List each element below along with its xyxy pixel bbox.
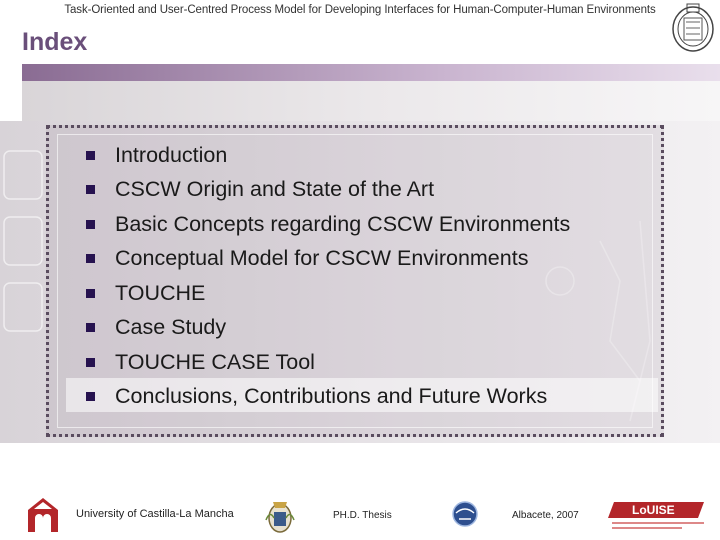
list-item[interactable]: Basic Concepts regarding CSCW Environmen… <box>82 207 570 242</box>
university-seal-icon <box>672 3 714 52</box>
list-item-label: Conclusions, Contributions and Future Wo… <box>115 384 548 409</box>
title-bar <box>22 64 720 81</box>
crest-logo-icon <box>265 502 295 533</box>
university-label: University of Castilla-La Mancha <box>76 508 234 520</box>
list-item-label: Case Study <box>115 315 227 340</box>
place-date-label: Albacete, 2007 <box>512 510 579 521</box>
osi-logo-icon <box>452 501 478 527</box>
list-item[interactable]: Conceptual Model for CSCW Environments <box>82 242 570 277</box>
list-item[interactable]: Introduction <box>82 138 570 173</box>
list-item-label: CSCW Origin and State of the Art <box>115 177 435 202</box>
bullet-icon <box>86 392 95 402</box>
footer: University of Castilla-La Mancha PH.D. T… <box>0 490 720 540</box>
louise-logo-icon: LoUISE <box>608 502 704 529</box>
list-item-label: Conceptual Model for CSCW Environments <box>115 246 529 271</box>
ucm-logo-icon <box>28 498 58 532</box>
list-item[interactable]: TOUCHE CASE Tool <box>82 345 570 380</box>
subtitle-bar <box>22 81 720 121</box>
louise-logo-text: LoUISE <box>632 503 675 517</box>
thesis-label: PH.D. Thesis <box>333 510 392 521</box>
list-item[interactable]: Case Study <box>82 311 570 346</box>
list-item[interactable]: Conclusions, Contributions and Future Wo… <box>82 380 570 415</box>
page-title: Index <box>22 28 88 56</box>
bullet-icon <box>86 150 95 160</box>
bullet-icon <box>86 185 95 195</box>
running-title: Task-Oriented and User-Centred Process M… <box>64 4 656 16</box>
bullet-icon <box>86 357 95 367</box>
list-item-label: Introduction <box>115 142 228 167</box>
list-item-label: Basic Concepts regarding CSCW Environmen… <box>115 211 571 236</box>
bullet-icon <box>86 254 95 264</box>
bullet-icon <box>86 288 95 298</box>
list-item[interactable]: TOUCHE <box>82 276 570 311</box>
index-list: Introduction CSCW Origin and State of th… <box>82 138 570 414</box>
list-item-label: TOUCHE <box>115 280 206 305</box>
bullet-icon <box>86 219 95 229</box>
bullet-icon <box>86 323 95 333</box>
list-item[interactable]: CSCW Origin and State of the Art <box>82 173 570 208</box>
list-item-label: TOUCHE CASE Tool <box>115 349 315 374</box>
